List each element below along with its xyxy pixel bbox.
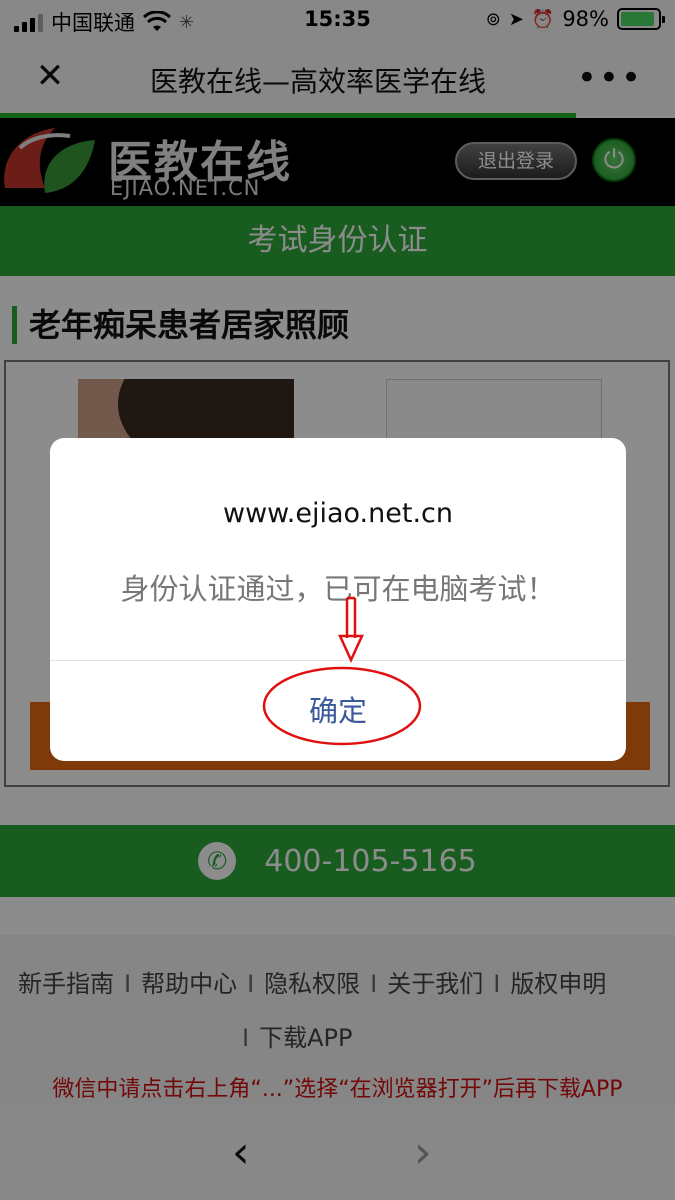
- dialog-message: 身份认证通过，已可在电脑考试！: [120, 572, 556, 606]
- alert-dialog: www.ejiao.net.cn 身份认证通过，已可在电脑考试！ 确定: [50, 438, 626, 761]
- dialog-title: www.ejiao.net.cn: [223, 498, 453, 529]
- confirm-button[interactable]: 确定: [50, 661, 626, 761]
